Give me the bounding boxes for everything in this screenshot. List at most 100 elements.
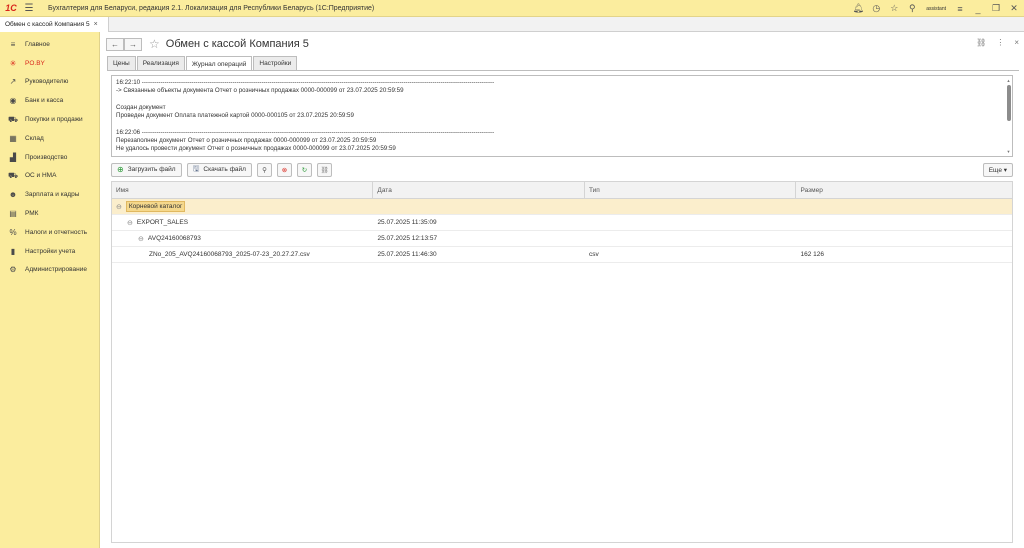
- table-row[interactable]: ZNo_205_AVQ24160068793_2025-07-23_20.27.…: [112, 247, 1012, 263]
- upload-file-button[interactable]: ⊕ Загрузить файл: [111, 162, 182, 177]
- tab-3[interactable]: Настройки: [253, 56, 298, 70]
- cell-name: ZNo_205_AVQ24160068793_2025-07-23_20.27.…: [112, 247, 373, 262]
- search-icon[interactable]: ⚲: [906, 3, 918, 15]
- column-header-date[interactable]: Дата: [373, 182, 585, 198]
- history-icon[interactable]: ◷: [870, 3, 882, 15]
- delete-button[interactable]: ⊗: [276, 162, 292, 177]
- scroll-up-icon[interactable]: ▲: [1006, 78, 1011, 83]
- cell-name: ⊖ EXPORT_SALES: [112, 215, 373, 230]
- sidebar-item-9[interactable]: ▤ РМК: [0, 204, 99, 223]
- sidebar-item-3[interactable]: ◉ Банк и касса: [0, 91, 99, 110]
- sidebar-item-2[interactable]: ↗ Руководителю: [0, 73, 99, 92]
- sidebar-item-10[interactable]: % Налоги и отчетность: [0, 223, 99, 242]
- close-form-icon[interactable]: ×: [1014, 38, 1019, 47]
- refresh-icon: ↻: [301, 166, 308, 174]
- sidebar-item-label: PO.BY: [25, 59, 45, 67]
- operations-log[interactable]: 16:22:10 -------------------------------…: [111, 75, 1013, 157]
- tab-0[interactable]: Цены: [107, 56, 136, 70]
- people-icon: ☻: [8, 190, 18, 200]
- 1c-logo: 1С: [5, 3, 17, 13]
- tree-collapse-icon[interactable]: ⊖: [138, 235, 144, 243]
- cell-name-text: EXPORT_SALES: [136, 219, 189, 226]
- sidebar-item-label: Банк и касса: [25, 97, 64, 105]
- sidebar-item-8[interactable]: ☻ Зарплата и кадры: [0, 185, 99, 204]
- forward-button[interactable]: →: [124, 37, 142, 51]
- form-header: ← → ☆ Обмен с кассой Компания 5: [106, 36, 309, 52]
- sidebar-item-label: Настройки учета: [25, 247, 76, 255]
- tab-divider: [107, 70, 1019, 71]
- sidebar-item-7[interactable]: ⛟ ОС и НМА: [0, 167, 99, 186]
- log-line: Не удалось провести документ Отчет о роз…: [116, 145, 396, 153]
- sidebar-item-1[interactable]: ✳ PO.BY: [0, 54, 99, 73]
- tree-collapse-icon[interactable]: ⊖: [116, 203, 122, 211]
- sidebar-item-6[interactable]: ▟ Производство: [0, 148, 99, 167]
- table-row[interactable]: ⊖ Корневой каталог: [112, 199, 1012, 215]
- close-window-icon[interactable]: ✕: [1008, 3, 1020, 15]
- sidebar-item-label: Покупки и продажи: [25, 116, 83, 124]
- tab-2[interactable]: Журнал операций: [185, 56, 253, 71]
- log-lines: 16:22:10 -------------------------------…: [116, 79, 1008, 154]
- log-scrollbar[interactable]: ▲ ▼: [1006, 78, 1011, 154]
- open-windows-bar: Обмен с кассой Компания 5 ×: [0, 17, 1024, 32]
- tree-collapse-icon[interactable]: ⊖: [127, 219, 133, 227]
- save-disk-icon: 🖫: [192, 163, 200, 173]
- close-tab-icon[interactable]: ×: [94, 21, 98, 28]
- column-header-type[interactable]: Тип: [585, 182, 797, 198]
- more-vertical-icon[interactable]: ⋮: [996, 38, 1004, 47]
- column-header-size[interactable]: Размер: [796, 182, 1012, 198]
- app-title: Бухгалтерия для Беларуси, редакция 2.1. …: [48, 4, 375, 12]
- minimize-icon[interactable]: _: [972, 3, 984, 15]
- sidebar-item-0[interactable]: ≡ Главное: [0, 35, 99, 54]
- sidebar-item-5[interactable]: ▦ Склад: [0, 129, 99, 148]
- plus-circle-icon: ⊕: [117, 165, 124, 174]
- link-icon[interactable]: ⛓: [976, 38, 986, 47]
- cell-name-text: AVQ24160068793: [147, 235, 201, 242]
- title-bar-actions: 🔔︎ ◷ ☆ ⚲ assistant ≡ _ ❐ ✕: [852, 0, 1020, 17]
- upload-file-label: Загрузить файл: [127, 166, 176, 173]
- cell-name: ⊖ AVQ24160068793: [112, 231, 373, 246]
- favorites-star-icon[interactable]: ☆: [888, 3, 900, 15]
- form-header-actions: ⛓ ⋮ ×: [976, 38, 1019, 47]
- cell-date: 25.07.2025 11:46:30: [377, 251, 437, 258]
- restore-icon[interactable]: ❐: [990, 3, 1002, 15]
- tab-1[interactable]: Реализация: [136, 56, 185, 70]
- cell-name-text: ZNo_205_AVQ24160068793_2025-07-23_20.27.…: [149, 251, 310, 258]
- sidebar-item-label: Зарплата и кадры: [25, 191, 80, 199]
- cell-size: [796, 231, 1012, 246]
- sections-sidebar: ≡ Главное ✳ PO.BY ↗ Руководителю ◉ Банк и касса…: [0, 32, 100, 548]
- form-area: ← → ☆ Обмен с кассой Компания 5 ⛓ ⋮ × Це…: [101, 32, 1024, 548]
- truck-icon: ⛟: [7, 170, 19, 180]
- settings-menu-icon[interactable]: ≡: [954, 3, 966, 15]
- chart-line-icon: ↗: [9, 77, 17, 87]
- find-button[interactable]: ⚲: [256, 162, 272, 177]
- gear-icon: ⚙: [9, 265, 17, 275]
- register-icon: ▤: [9, 209, 17, 219]
- sidebar-item-label: Руководителю: [25, 78, 69, 86]
- column-header-name[interactable]: Имя: [112, 182, 374, 198]
- scroll-thumb[interactable]: [1006, 85, 1011, 121]
- table-row[interactable]: ⊖ EXPORT_SALES 25.07.2025 11:35:09: [112, 215, 1012, 231]
- scroll-down-icon[interactable]: ▼: [1006, 149, 1011, 154]
- bell-icon[interactable]: 🔔︎: [852, 3, 864, 15]
- more-button[interactable]: Еще ▾: [982, 162, 1013, 177]
- user-name[interactable]: assistant: [926, 6, 946, 12]
- table-row[interactable]: ⊖ AVQ24160068793 25.07.2025 12:13:57: [112, 231, 1012, 247]
- sidebar-item-11[interactable]: ▮ Настройки учета: [0, 242, 99, 261]
- warehouse-icon: ▦: [9, 133, 17, 143]
- cart-icon: ⛟: [7, 114, 19, 124]
- main-menu-icon[interactable]: ☰: [22, 0, 36, 17]
- link-button[interactable]: ⛓: [316, 162, 332, 177]
- download-file-button[interactable]: 🖫 Скачать файл: [186, 162, 252, 177]
- open-window-tab[interactable]: Обмен с кассой Компания 5 ×: [0, 17, 109, 32]
- hamburger-icon: ≡: [10, 39, 16, 49]
- refresh-button[interactable]: ↻: [296, 162, 312, 177]
- sidebar-item-label: ОС и НМА: [25, 172, 57, 180]
- book-icon: ▮: [10, 246, 16, 256]
- sidebar-item-4[interactable]: ⛟ Покупки и продажи: [0, 110, 99, 129]
- back-button[interactable]: ←: [106, 37, 124, 51]
- favorite-star-icon[interactable]: ☆: [149, 37, 160, 51]
- delete-icon: ⊗: [281, 166, 288, 174]
- sidebar-item-12[interactable]: ⚙ Администрирование: [0, 261, 99, 280]
